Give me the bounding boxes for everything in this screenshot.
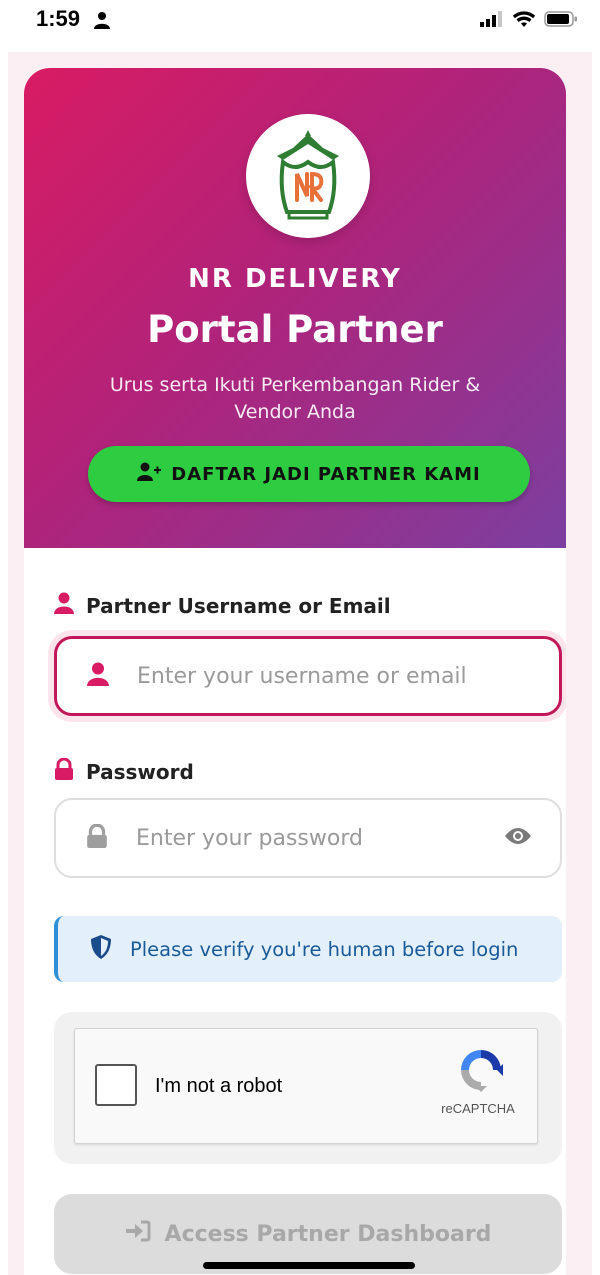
password-label: Password [86, 759, 194, 784]
access-dashboard-label: Access Partner Dashboard [164, 1221, 492, 1247]
shield-icon [90, 934, 112, 964]
verify-notice-text: Please verify you're human before login [130, 937, 519, 961]
user-plus-icon [137, 462, 162, 487]
status-time: 1:59 [36, 6, 81, 31]
home-indicator[interactable] [203, 1262, 415, 1269]
sign-in-icon [125, 1220, 151, 1248]
lock-icon [54, 757, 74, 785]
user-icon [87, 662, 109, 690]
page-subtitle: Urus serta Ikuti Perkembangan Rider & Ve… [109, 374, 481, 423]
lock-icon [86, 823, 108, 852]
hero-header: NR DELIVERY Portal Partner Urus serta Ik… [24, 68, 566, 548]
verify-notice: Please verify you're human before login [54, 916, 562, 982]
brand-logo [246, 114, 370, 238]
page-title: Portal Partner [147, 308, 443, 351]
password-field[interactable]: Enter your password [54, 798, 562, 878]
register-partner-label: DAFTAR JADI PARTNER KAMI [171, 463, 481, 485]
status-bar: 1:59 [0, 0, 600, 40]
captcha-container: I'm not a robot reCAPTCHA [54, 1012, 562, 1164]
brand-name: NR DELIVERY [188, 264, 402, 294]
wifi-icon [512, 10, 536, 32]
status-icons [480, 10, 578, 32]
recaptcha-widget: I'm not a robot reCAPTCHA [74, 1028, 538, 1144]
login-card: NR DELIVERY Portal Partner Urus serta Ik… [24, 68, 566, 1275]
signal-icon [480, 11, 504, 31]
logo-icon [277, 130, 339, 220]
captcha-checkbox[interactable] [95, 1064, 137, 1106]
username-label-row: Partner Username or Email [54, 592, 391, 619]
register-partner-button[interactable]: DAFTAR JADI PARTNER KAMI [88, 446, 530, 502]
password-label-row: Password [54, 757, 194, 785]
battery-icon [544, 11, 578, 31]
recaptcha-icon [455, 1044, 507, 1100]
password-input[interactable]: Enter your password [136, 826, 363, 851]
captcha-label: I'm not a robot [155, 1075, 283, 1097]
recaptcha-brand: reCAPTCHA [441, 1101, 515, 1116]
username-label: Partner Username or Email [86, 593, 391, 618]
user-icon [54, 592, 74, 619]
username-field[interactable]: Enter your username or email [54, 636, 562, 716]
username-input[interactable]: Enter your username or email [137, 664, 467, 689]
show-password-icon[interactable] [504, 826, 532, 850]
person-icon [94, 11, 110, 33]
